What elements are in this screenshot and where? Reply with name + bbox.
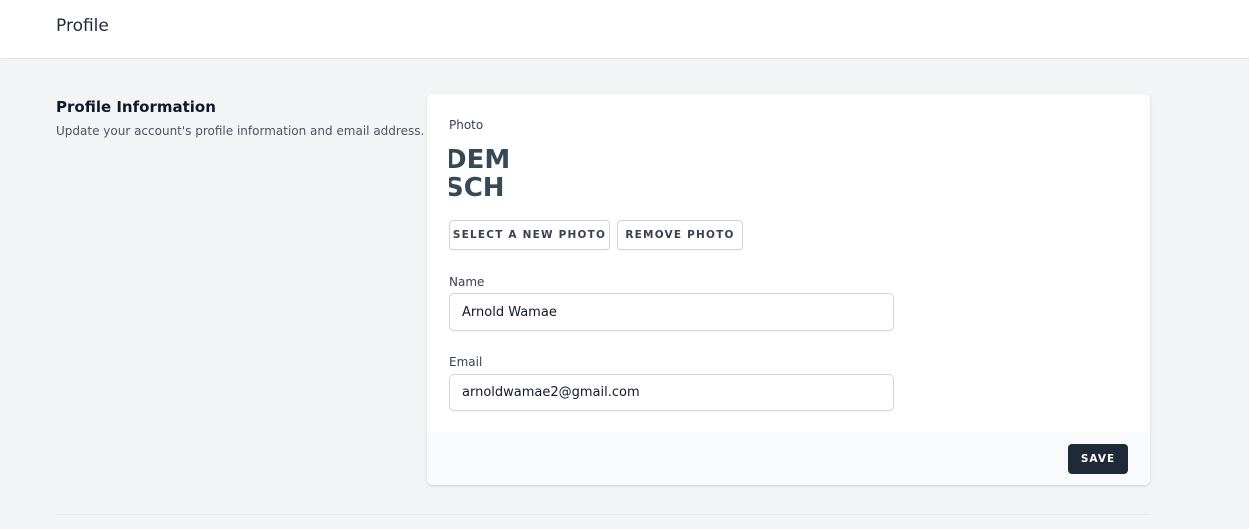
- photo-label: Photo: [449, 118, 484, 132]
- save-button[interactable]: Save: [1068, 444, 1128, 474]
- section-title: Profile Information: [56, 98, 216, 116]
- section-description: Update your account's profile informatio…: [56, 124, 425, 138]
- name-input[interactable]: [449, 293, 894, 331]
- profile-photo-text-line2: SCH: [449, 173, 505, 203]
- section-divider: [56, 514, 1150, 515]
- page-title: Profile: [56, 16, 109, 36]
- form-actions: Save: [427, 432, 1150, 485]
- page-header: Profile: [0, 0, 1249, 59]
- email-label: Email: [449, 355, 483, 369]
- name-label: Name: [449, 275, 485, 289]
- profile-form-card: Photo DEM SCH Select A New Photo Remove …: [427, 94, 1150, 485]
- remove-photo-button[interactable]: Remove Photo: [617, 220, 743, 250]
- profile-photo: DEM SCH: [449, 144, 521, 204]
- email-input[interactable]: [449, 374, 894, 411]
- select-new-photo-button[interactable]: Select A New Photo: [449, 220, 610, 250]
- profile-photo-text-line1: DEM: [449, 145, 511, 175]
